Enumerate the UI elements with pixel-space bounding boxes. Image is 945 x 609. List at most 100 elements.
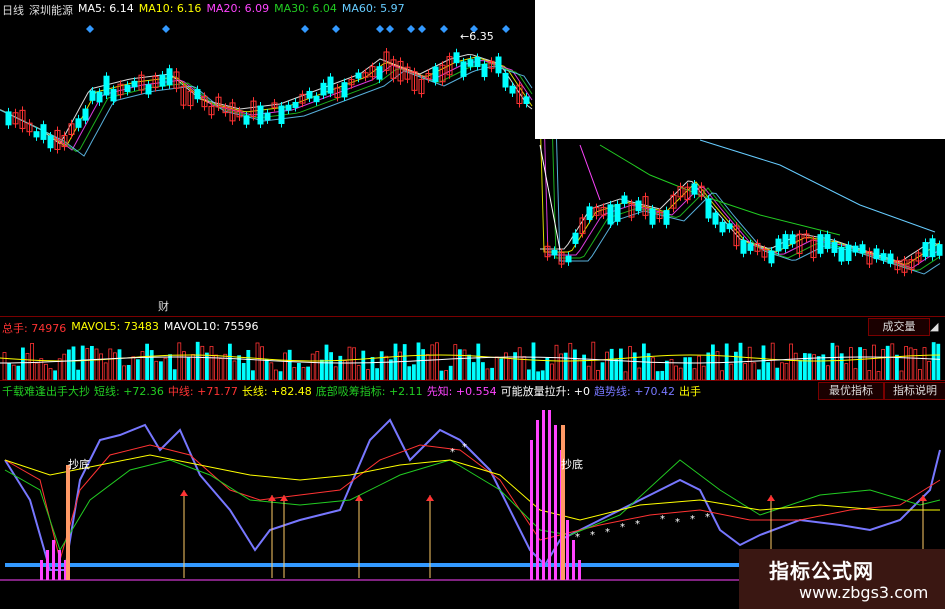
ma-line: [540, 180, 940, 263]
candle-body: [278, 105, 285, 125]
volume-bar: [365, 369, 370, 380]
volume-bar: [30, 343, 35, 380]
xianzhi-bar: [572, 540, 575, 580]
volume-bar: [214, 354, 219, 380]
candle-body: [712, 212, 719, 225]
ma-legend-item: MA5: 6.14: [78, 2, 134, 15]
volume-bar: [692, 368, 697, 380]
volume-bar: [826, 365, 830, 380]
volume-bar: [872, 344, 876, 380]
candle-body: [614, 203, 621, 222]
candle-body: [838, 247, 845, 262]
xianzhi-bar: [554, 425, 557, 580]
volume-bar: [2, 352, 7, 380]
volume-bar: [605, 351, 609, 380]
candle-body: [691, 183, 698, 195]
volume-bar: [789, 343, 793, 380]
arrow-up-icon: [919, 495, 927, 501]
total-value: 74976: [31, 322, 67, 335]
volume-bar: [462, 349, 467, 380]
volume-bar: [434, 342, 439, 380]
volume-chart[interactable]: [0, 336, 945, 380]
volume-bar: [651, 357, 655, 380]
indicator-help-button[interactable]: 指标说明: [884, 382, 945, 400]
candle-body: [166, 68, 173, 86]
high-price-value: 6.35: [469, 30, 494, 43]
star-icon: *: [635, 519, 640, 530]
candle-body: [47, 135, 54, 149]
volume-bar: [145, 343, 150, 380]
volume-bar: [614, 359, 619, 380]
volume-bar: [701, 365, 706, 380]
volume-bar: [444, 370, 449, 380]
candle-body: [831, 242, 838, 253]
volume-bar: [490, 367, 495, 380]
volume-bar: [766, 362, 770, 380]
volume-bar: [821, 354, 826, 380]
volume-bar: [844, 363, 849, 380]
volume-bar: [596, 369, 600, 380]
candle-body: [572, 232, 579, 244]
candle-body: [775, 238, 782, 252]
volume-bar: [278, 371, 283, 380]
candle-body: [96, 91, 103, 103]
volume-bar: [936, 343, 941, 380]
total-label: 总手:: [2, 322, 28, 335]
candle-body: [145, 84, 152, 95]
mavol5-label: MAVOL5:: [71, 320, 121, 333]
candle-body: [355, 72, 362, 79]
candle-body: [768, 250, 775, 264]
indicator-header: 千载难逢出手大抄 短线: +72.36 中线: +71.77 长线: +82.48 底…: [2, 383, 701, 399]
candle-body: [649, 208, 656, 225]
ma-legend-item: MA10: 6.16: [138, 2, 202, 15]
volume-bar: [388, 359, 393, 380]
volume-bar: [269, 362, 274, 380]
star-icon: *: [605, 527, 610, 538]
xianzhi-bar: [536, 420, 539, 580]
bottom-band: [5, 563, 745, 567]
best-indicator-button[interactable]: 最优指标: [818, 382, 884, 400]
volume-bar: [85, 348, 90, 380]
indicator-value-item: 短线: +72.36: [94, 385, 164, 398]
buy-signal-label: 抄底: [561, 458, 583, 471]
volume-bar: [536, 371, 540, 380]
volume-bar: [181, 351, 186, 380]
volume-bar: [485, 368, 490, 380]
signal-diamond-icon: [376, 25, 384, 33]
volume-bar: [131, 356, 136, 380]
volume-bar: [849, 347, 853, 380]
volume-bar: [499, 358, 504, 380]
volume-button[interactable]: 成交量: [868, 318, 930, 336]
volume-bar: [540, 370, 545, 380]
candle-body: [887, 253, 894, 264]
xianzhi-bar: [542, 410, 545, 580]
star-icon: *: [620, 522, 625, 533]
volume-bar: [172, 369, 177, 380]
volume-bar: [867, 370, 872, 380]
volume-bar: [674, 365, 678, 380]
mid-line: [4, 444, 941, 562]
candle-body: [523, 96, 530, 104]
volume-bar: [784, 362, 789, 380]
volume-bar: [517, 347, 522, 380]
candle-body: [103, 75, 110, 96]
volume-bar: [706, 352, 711, 380]
volume-bar: [260, 346, 265, 380]
indicator-value-item: 趋势线: +70.42: [594, 385, 675, 398]
trend-line: [4, 418, 941, 571]
candle-body: [40, 124, 47, 140]
volume-bar: [113, 352, 117, 380]
volume-bar: [306, 366, 311, 380]
chevron-down-icon[interactable]: ◢: [930, 320, 938, 334]
arrow-up-icon: [426, 495, 434, 501]
volume-bar: [655, 371, 660, 380]
mavol10: MAVOL10: 75596: [164, 320, 259, 336]
candle-body: [460, 61, 467, 77]
ma30-line: [599, 144, 841, 236]
volume-bar: [149, 350, 154, 380]
period-label: 日线: [2, 4, 24, 17]
candle-body: [789, 234, 796, 245]
volume-bar: [168, 354, 173, 380]
volume-bar: [80, 345, 85, 380]
volume-bar: [554, 344, 559, 380]
